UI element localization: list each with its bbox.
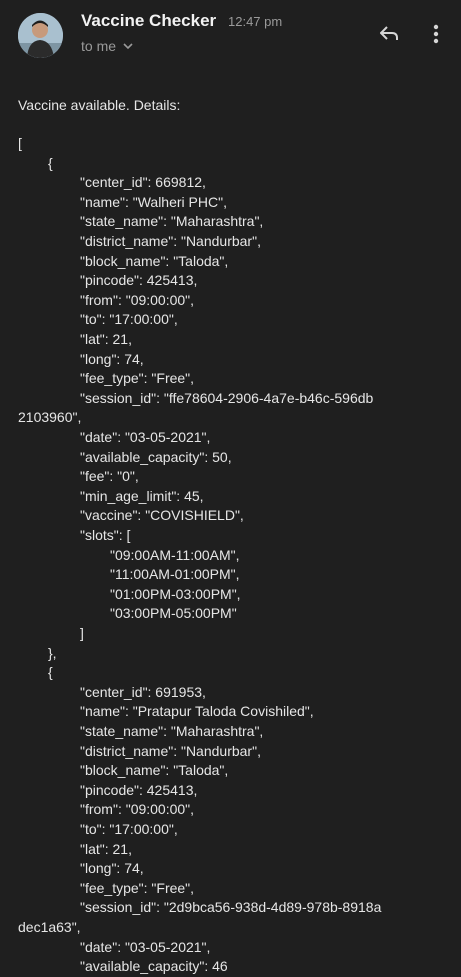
json-line: ] — [80, 625, 84, 641]
more-vertical-icon[interactable] — [426, 22, 446, 46]
json-line: "date": "03-05-2021", — [80, 429, 211, 445]
chevron-down-icon — [123, 43, 133, 50]
json-line: "fee_type": "Free", — [80, 370, 195, 387]
email-intro: Vaccine available. Details: — [18, 97, 181, 113]
json-line: "long": 74, — [80, 350, 144, 367]
json-line: "available_capacity": 50, — [80, 448, 232, 465]
json-line: "block_name": "Taloda", — [80, 762, 229, 779]
json-line: "state_name": "Maharashtra", — [80, 723, 264, 739]
json-line: "lat": 21, — [80, 331, 132, 347]
json-line: "vaccine": "COVISHIELD", — [80, 507, 244, 524]
json-line: [ — [18, 135, 22, 151]
json-line: "long": 74, — [80, 860, 144, 877]
json-line: "03:00PM-05:00PM" — [110, 605, 237, 622]
json-line: dec1a63", — [18, 919, 81, 935]
reply-icon[interactable] — [377, 22, 401, 46]
json-line: "district_name": "Nandurbar", — [80, 233, 261, 249]
json-line: "to": "17:00:00", — [80, 311, 178, 328]
json-line: }, — [48, 644, 57, 661]
json-line: "state_name": "Maharashtra", — [80, 213, 264, 230]
json-line: "11:00AM-01:00PM", — [110, 566, 240, 583]
json-line: "block_name": "Taloda", — [80, 252, 229, 269]
json-line: "01:00PM-03:00PM", — [110, 585, 241, 602]
json-line: "session_id": "ffe78604-2906-4a7e-b46c-5… — [80, 389, 374, 406]
json-line: "center_id": 691953, — [80, 683, 206, 700]
json-line: "fee": "0", — [80, 468, 139, 485]
json-line: "date": "03-05-2021", — [80, 938, 211, 955]
sender-name: Vaccine Checker — [81, 11, 217, 30]
json-line: "district_name": "Nandurbar", — [80, 742, 261, 759]
json-line: "from": "09:00:00", — [80, 801, 195, 818]
email-header: Vaccine Checker 12:47 pm to me — [0, 0, 461, 80]
json-line: { — [48, 154, 53, 171]
json-line: "to": "17:00:00", — [80, 821, 178, 837]
avatar-image — [18, 13, 63, 58]
json-line: "name": "Pratapur Taloda Covishiled", — [80, 703, 314, 720]
json-line: "center_id": 669812, — [80, 174, 206, 191]
avatar[interactable] — [18, 13, 63, 58]
json-line: "name": "Walheri PHC", — [80, 193, 227, 210]
json-line: "session_id": "2d9bca56-938d-4d89-978b-8… — [80, 899, 382, 916]
json-line: "fee_type": "Free", — [80, 879, 195, 896]
json-line: "from": "09:00:00", — [80, 291, 195, 308]
recipient-label: to me — [81, 38, 117, 54]
received-time: 12:47 pm — [228, 14, 283, 29]
json-line: "lat": 21, — [80, 840, 132, 857]
recipient-toggle[interactable]: to me — [81, 38, 134, 54]
json-line: "09:00AM-11:00AM", — [110, 546, 240, 563]
json-line: "pincode": 425413, — [80, 272, 198, 289]
json-line: "min_age_limit": 45, — [80, 487, 204, 504]
json-line: "available_capacity": 46 — [80, 958, 228, 975]
json-line: "slots": [ — [80, 527, 131, 543]
json-line: 2103960", — [18, 409, 82, 426]
json-line: "pincode": 425413, — [80, 781, 198, 798]
json-line: { — [48, 664, 53, 681]
